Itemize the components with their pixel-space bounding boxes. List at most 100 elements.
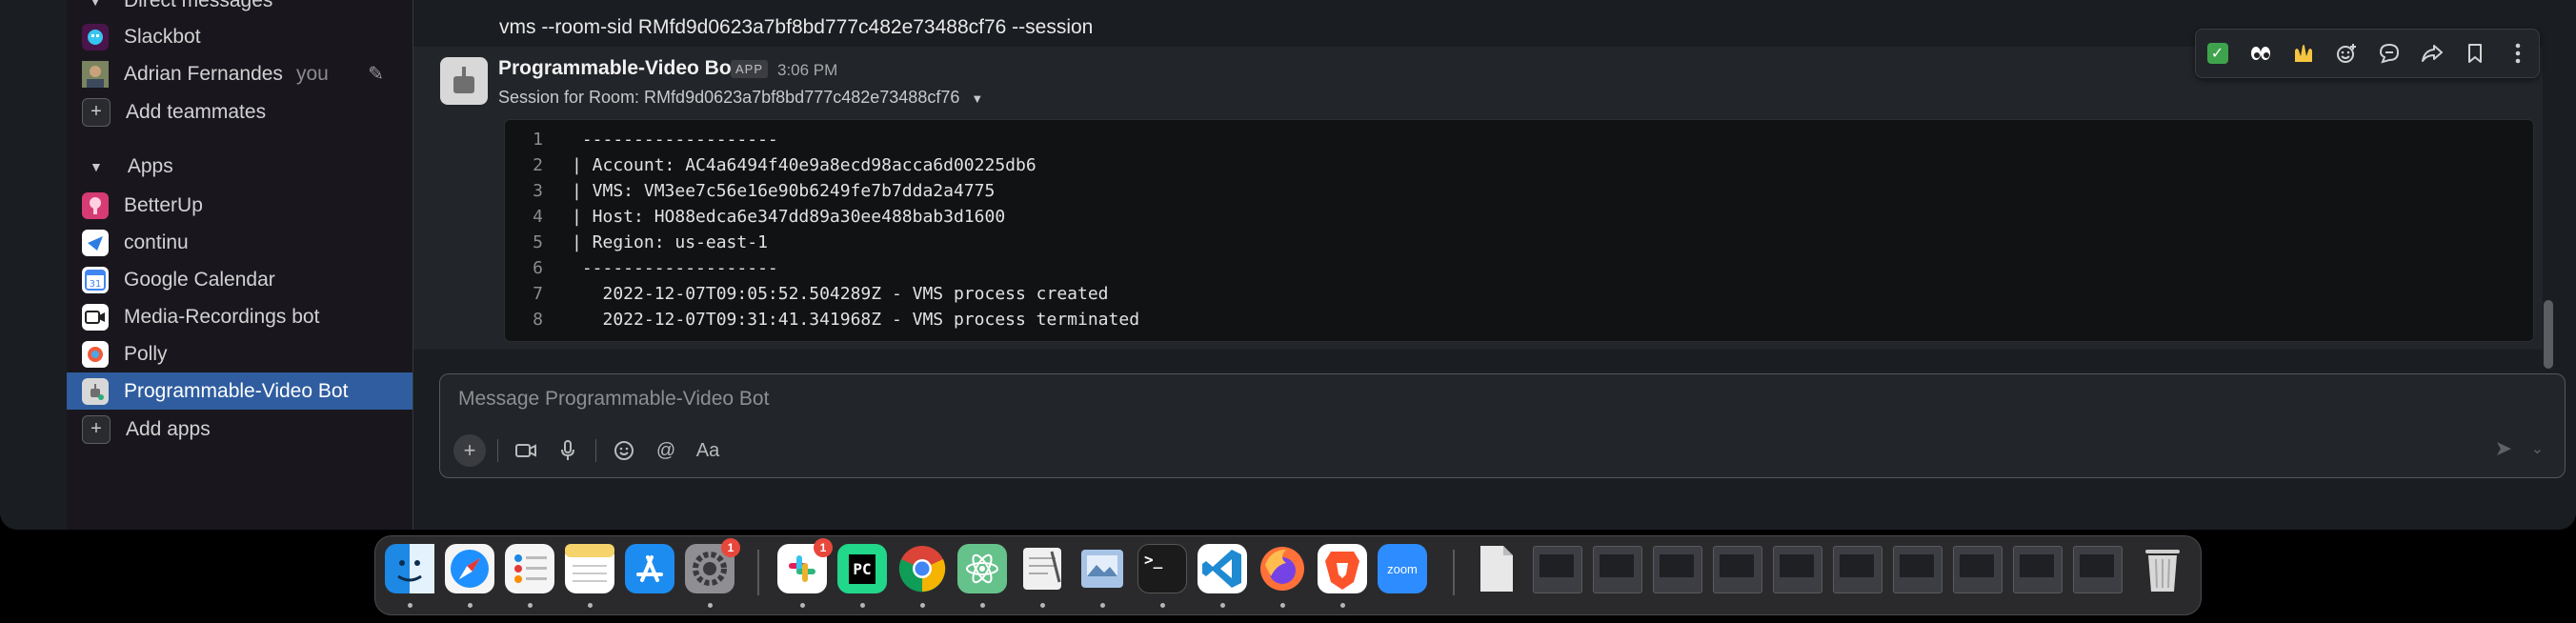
message-timestamp[interactable]: 3:06 PM <box>777 61 837 80</box>
textedit-icon[interactable] <box>1017 544 1067 593</box>
previous-message-text: vms --room-sid RMfd9d0623a7bf8bd777c482e… <box>499 16 1094 38</box>
microphone-icon[interactable] <box>552 434 584 467</box>
polly-icon <box>82 340 109 368</box>
sidebar-item-continu[interactable]: continu <box>67 224 413 261</box>
formatting-button[interactable]: Aa <box>692 434 724 467</box>
app-badge: APP <box>731 60 769 78</box>
minimized-window-thumbnail[interactable] <box>2013 546 2063 593</box>
sidebar-item-polly[interactable]: Polly <box>67 335 413 372</box>
slackbot-icon <box>82 23 109 50</box>
sidebar-item-media-recordings-bot[interactable]: Media-Recordings bot <box>67 298 413 335</box>
scrollbar-thumb[interactable] <box>2544 300 2553 369</box>
terminal-icon[interactable]: >_ <box>1137 544 1187 593</box>
safari-icon[interactable] <box>445 544 494 593</box>
running-indicator <box>408 603 413 608</box>
calendar-icon: 31 <box>82 266 109 293</box>
running-indicator <box>588 603 593 608</box>
minimized-window-thumbnail[interactable] <box>1533 546 1582 593</box>
sidebar-item-label: Adrian Fernandes <box>124 62 283 85</box>
atom-icon[interactable] <box>957 544 1007 593</box>
reply-thread-icon[interactable] <box>2374 38 2405 69</box>
sidebar: ▼ Direct messages Slackbot Adrian Fernan… <box>67 0 413 530</box>
raised-hands-emoji[interactable] <box>2288 38 2319 69</box>
sidebar-section-direct-messages[interactable]: ▼ Direct messages <box>67 0 413 19</box>
add-teammates-button[interactable]: + Add teammates <box>67 93 413 131</box>
dock: 1 1 PC >_ zoom <box>374 535 2202 615</box>
plus-icon[interactable]: + <box>453 434 486 467</box>
session-line[interactable]: Session for Room: RMfd9d0623a7bf8bd777c4… <box>498 88 983 108</box>
preview-icon[interactable] <box>1077 544 1127 593</box>
document-icon[interactable] <box>1471 544 1520 593</box>
running-indicator <box>528 603 533 608</box>
share-icon[interactable] <box>2417 38 2447 69</box>
sidebar-item-label: Polly <box>124 342 168 365</box>
chrome-icon[interactable] <box>897 544 947 593</box>
caret-down-icon[interactable]: ▼ <box>971 91 983 106</box>
sidebar-item-google-calendar[interactable]: 31 Google Calendar <box>67 261 413 298</box>
send-icon[interactable]: ➤ <box>2495 436 2512 461</box>
minimized-window-thumbnail[interactable] <box>1833 546 1882 593</box>
brave-icon[interactable] <box>1318 544 1367 593</box>
code-line: 8 2022-12-07T09:31:41.341968Z - VMS proc… <box>533 310 1140 330</box>
message-sender[interactable]: Programmable-Video Bot <box>498 57 738 80</box>
minimized-window-thumbnail[interactable] <box>1593 546 1642 593</box>
message-action-bar: ✓ <box>2195 29 2540 78</box>
minimized-window-thumbnail[interactable] <box>1773 546 1822 593</box>
add-reaction-icon[interactable] <box>2331 38 2362 69</box>
continu-icon <box>82 229 109 256</box>
app-store-icon[interactable] <box>625 544 674 593</box>
sidebar-item-betterup[interactable]: BetterUp <box>67 187 413 224</box>
chevron-down-icon[interactable]: ⌄ <box>2531 439 2544 458</box>
code-block: 1 ------------------- 2 | Account: AC4a64… <box>504 119 2534 342</box>
check-emoji[interactable]: ✓ <box>2203 38 2233 69</box>
minimized-window-thumbnail[interactable] <box>1713 546 1762 593</box>
running-indicator <box>1100 603 1105 608</box>
minimized-window-thumbnail[interactable] <box>1953 546 2002 593</box>
sidebar-section-apps[interactable]: ▼ Apps <box>67 148 413 185</box>
emoji-icon[interactable] <box>608 434 640 467</box>
sidebar-item-label: Programmable-Video Bot <box>124 379 349 402</box>
video-clip-icon[interactable] <box>510 434 542 467</box>
you-label: you <box>295 62 329 85</box>
sidebar-item-adrian-fernandes[interactable]: Adrian Fernandes you ✎ <box>67 55 413 92</box>
edit-pencil-icon[interactable]: ✎ <box>368 62 384 86</box>
sidebar-item-label: Slackbot <box>124 25 201 48</box>
workspace-rail <box>0 0 68 530</box>
code-line: 5 | Region: us-east-1 <box>533 232 768 252</box>
bot-avatar[interactable] <box>440 57 488 105</box>
code-line: 6 ------------------- <box>533 258 778 278</box>
sidebar-item-slackbot[interactable]: Slackbot <box>67 18 413 55</box>
sidebar-item-label: BetterUp <box>124 193 203 216</box>
notes-icon[interactable] <box>565 544 614 593</box>
message-input[interactable]: Message Programmable-Video Bot <box>458 388 769 411</box>
session-text: Session for Room: RMfd9d0623a7bf8bd777c4… <box>498 88 960 107</box>
message-pane: vms --room-sid RMfd9d0623a7bf8bd777c482e… <box>413 0 2576 530</box>
system-settings-icon[interactable]: 1 <box>685 538 740 593</box>
sidebar-item-label: Add apps <box>126 417 211 440</box>
slack-icon[interactable]: 1 <box>777 538 833 593</box>
add-apps-button[interactable]: + Add apps <box>67 411 413 448</box>
running-indicator <box>1340 603 1345 608</box>
video-icon <box>82 303 109 331</box>
minimized-window-thumbnail[interactable] <box>1653 546 1702 593</box>
minimized-window-thumbnail[interactable] <box>1893 546 1942 593</box>
sidebar-item-label: Google Calendar <box>124 268 275 291</box>
eyes-emoji[interactable] <box>2245 38 2276 69</box>
betterup-icon <box>82 191 109 219</box>
reminders-icon[interactable] <box>505 544 554 593</box>
more-icon[interactable] <box>2503 38 2533 69</box>
vscode-icon[interactable] <box>1197 544 1247 593</box>
slack-window: ▼ Direct messages Slackbot Adrian Fernan… <box>0 0 2576 530</box>
bookmark-icon[interactable] <box>2460 38 2490 69</box>
finder-icon[interactable] <box>385 544 434 593</box>
trash-icon[interactable] <box>2138 544 2187 593</box>
triangle-down-icon: ▼ <box>89 0 102 9</box>
sidebar-item-programmable-video-bot[interactable]: Programmable-Video Bot <box>67 372 413 410</box>
minimized-window-thumbnail[interactable] <box>2073 546 2123 593</box>
mention-icon[interactable]: @ <box>650 434 682 467</box>
pycharm-icon[interactable]: PC <box>837 544 887 593</box>
message-composer[interactable]: Message Programmable-Video Bot + @ Aa ➤ … <box>439 373 2566 478</box>
sidebar-item-label: continu <box>124 231 189 253</box>
firefox-icon[interactable] <box>1258 544 1307 593</box>
zoom-icon[interactable]: zoom <box>1378 544 1427 593</box>
